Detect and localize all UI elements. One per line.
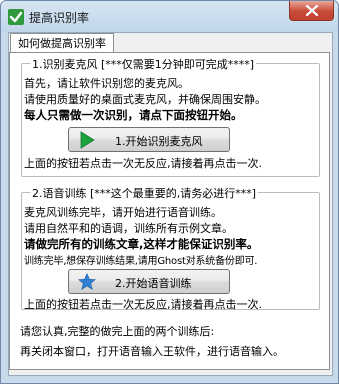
footer-line-1: 请您认真,完整的做完上面的两个训练后: bbox=[20, 325, 215, 338]
tab-panel: 1.识别麦克风 [***仅需要1分钟即可完成****] 首先，请让软件识别您的麦… bbox=[9, 52, 330, 370]
tab-how-to-improve[interactable]: 如何做提高识别率 bbox=[10, 33, 114, 53]
section2-line-1: 麦克风训练完毕，请开始进行语音训练。 bbox=[24, 206, 222, 219]
footer-line-2: 再关闭本窗口，打开语音输入王软件，进行语音输入。 bbox=[20, 345, 284, 358]
group-microphone-title: 1.识别麦克风 [***仅需要1分钟即可完成****] bbox=[30, 56, 257, 72]
section1-line-2: 请使用质量好的桌面式麦克风，并确保周围安静。 bbox=[24, 93, 266, 106]
start-mic-recognition-label: 1.开始识别麦克风 bbox=[115, 135, 203, 148]
close-icon bbox=[305, 5, 319, 16]
title-bar[interactable]: 提高识别率 bbox=[1, 1, 338, 32]
section1-emphasis: 每人只需做一次识别，请点下面按钮开始。 bbox=[24, 108, 243, 122]
star-icon bbox=[78, 273, 96, 290]
group-voice-training-title: 2.语音训练 [***这个最重要的,请务必进行***] bbox=[30, 185, 259, 201]
start-voice-training-label: 2.开始语音训练 bbox=[115, 277, 192, 290]
section2-line-3: 训练完毕,想保存训练结果,请用Ghost对系统备份即可. bbox=[24, 256, 258, 267]
app-logo-icon bbox=[8, 9, 24, 25]
section1-line-1: 首先，请让软件识别您的麦克风。 bbox=[24, 77, 189, 90]
section2-emphasis: 请做完所有的训练文章,这样才能保证识别率。 bbox=[24, 237, 259, 251]
window-title: 提高识别率 bbox=[29, 11, 90, 25]
close-button[interactable] bbox=[289, 1, 334, 21]
start-mic-recognition-button[interactable]: 1.开始识别麦克风 bbox=[68, 127, 230, 152]
section1-note: 上面的按钮若点击一次无反应,请接着再点击一次. bbox=[24, 157, 262, 170]
play-icon bbox=[80, 131, 95, 149]
start-voice-training-button[interactable]: 2.开始语音训练 bbox=[68, 269, 230, 294]
section2-line-2: 请用自然平和的语调，训练所有示例文章。 bbox=[24, 222, 233, 235]
section2-note: 上面的按钮若点击一次无反应,请接着再点击一次. bbox=[24, 298, 262, 311]
